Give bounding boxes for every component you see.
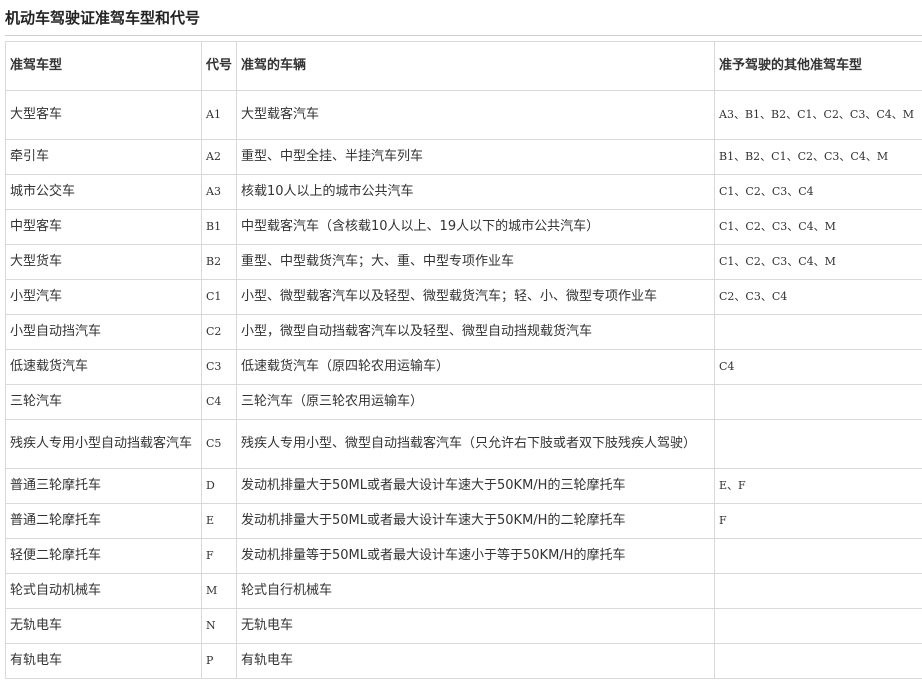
cell-code: C2 [201,314,237,350]
cell-vehicles: 发动机排量大于50ML或者最大设计车速大于50KM/H的三轮摩托车 [236,468,715,504]
cell-code: C4 [201,384,237,420]
cell-other-types: C1、C2、C3、C4、M [714,244,922,280]
cell-other-types: C1、C2、C3、C4 [714,174,922,210]
cell-vehicles: 重型、中型全挂、半挂汽车列车 [236,139,715,175]
cell-vehicle-type: 低速载货汽车 [5,349,202,385]
cell-code: A1 [201,90,237,140]
cell-other-types: F [714,503,922,539]
table-row: 三轮汽车 C4 三轮汽车（原三轮农用运输车） [5,384,922,420]
cell-vehicle-type: 普通二轮摩托车 [5,503,202,539]
cell-code: F [201,538,237,574]
cell-vehicles: 轮式自行机械车 [236,573,715,609]
cell-vehicles: 无轨电车 [236,608,715,644]
cell-code: C3 [201,349,237,385]
cell-vehicle-type: 轮式自动机械车 [5,573,202,609]
table-row: 普通三轮摩托车 D 发动机排量大于50ML或者最大设计车速大于50KM/H的三轮… [5,468,922,504]
cell-vehicles: 大型载客汽车 [236,90,715,140]
cell-vehicle-type: 无轨电车 [5,608,202,644]
table-header-row: 准驾车型 代号 准驾的车辆 准予驾驶的其他准驾车型 [5,41,922,91]
cell-vehicle-type: 中型客车 [5,209,202,245]
cell-code: M [201,573,237,609]
table-row: 低速载货汽车 C3 低速载货汽车（原四轮农用运输车） C4 [5,349,922,385]
table-row: 无轨电车 N 无轨电车 [5,608,922,644]
table-row: 中型客车 B1 中型载客汽车（含核载10人以上、19人以下的城市公共汽车） C1… [5,209,922,245]
cell-other-types: C4 [714,349,922,385]
cell-vehicles: 小型、微型载客汽车以及轻型、微型载货汽车；轻、小、微型专项作业车 [236,279,715,315]
table-row: 轮式自动机械车 M 轮式自行机械车 [5,573,922,609]
cell-vehicle-type: 小型汽车 [5,279,202,315]
cell-vehicle-type: 大型客车 [5,90,202,140]
cell-vehicles: 低速载货汽车（原四轮农用运输车） [236,349,715,385]
table-row: 有轨电车 P 有轨电车 [5,643,922,679]
cell-code: C5 [201,419,237,469]
cell-code: B2 [201,244,237,280]
cell-vehicle-type: 大型货车 [5,244,202,280]
cell-vehicles: 三轮汽车（原三轮农用运输车） [236,384,715,420]
title-divider [5,35,922,36]
cell-other-types: A3、B1、B2、C1、C2、C3、C4、M [714,90,922,140]
cell-vehicle-type: 普通三轮摩托车 [5,468,202,504]
table-row: 城市公交车 A3 核载10人以上的城市公共汽车 C1、C2、C3、C4 [5,174,922,210]
cell-other-types [714,573,922,609]
table-row: 小型自动挡汽车 C2 小型，微型自动挡载客汽车以及轻型、微型自动挡规载货汽车 [5,314,922,350]
table-row: 牵引车 A2 重型、中型全挂、半挂汽车列车 B1、B2、C1、C2、C3、C4、… [5,139,922,175]
cell-vehicle-type: 牵引车 [5,139,202,175]
cell-other-types [714,314,922,350]
cell-other-types [714,419,922,469]
cell-other-types: B1、B2、C1、C2、C3、C4、M [714,139,922,175]
cell-vehicles: 残疾人专用小型、微型自动挡载客汽车（只允许右下肢或者双下肢残疾人驾驶） [236,419,715,469]
cell-vehicles: 有轨电车 [236,643,715,679]
cell-vehicles: 重型、中型载货汽车；大、重、中型专项作业车 [236,244,715,280]
cell-other-types [714,538,922,574]
header-other-types: 准予驾驶的其他准驾车型 [714,41,922,91]
license-class-table: 准驾车型 代号 准驾的车辆 准予驾驶的其他准驾车型 大型客车 A1 大型载客汽车… [5,41,922,679]
cell-code: A3 [201,174,237,210]
cell-other-types: E、F [714,468,922,504]
cell-vehicle-type: 三轮汽车 [5,384,202,420]
cell-other-types: C1、C2、C3、C4、M [714,209,922,245]
cell-other-types [714,384,922,420]
cell-code: E [201,503,237,539]
cell-code: N [201,608,237,644]
header-vehicles: 准驾的车辆 [236,41,715,91]
table-row: 大型客车 A1 大型载客汽车 A3、B1、B2、C1、C2、C3、C4、M [5,90,922,140]
table-row: 普通二轮摩托车 E 发动机排量大于50ML或者最大设计车速大于50KM/H的二轮… [5,503,922,539]
page-title: 机动车驾驶证准驾车型和代号 [5,9,201,27]
cell-code: C1 [201,279,237,315]
cell-other-types [714,608,922,644]
cell-code: A2 [201,139,237,175]
cell-vehicles: 发动机排量等于50ML或者最大设计车速小于等于50KM/H的摩托车 [236,538,715,574]
header-vehicle-type: 准驾车型 [5,41,202,91]
cell-vehicle-type: 残疾人专用小型自动挡载客汽车 [5,419,202,469]
cell-code: D [201,468,237,504]
cell-vehicles: 小型，微型自动挡载客汽车以及轻型、微型自动挡规载货汽车 [236,314,715,350]
cell-vehicle-type: 有轨电车 [5,643,202,679]
cell-vehicle-type: 小型自动挡汽车 [5,314,202,350]
table-row: 小型汽车 C1 小型、微型载客汽车以及轻型、微型载货汽车；轻、小、微型专项作业车… [5,279,922,315]
cell-vehicles: 核载10人以上的城市公共汽车 [236,174,715,210]
cell-vehicle-type: 轻便二轮摩托车 [5,538,202,574]
table-row: 大型货车 B2 重型、中型载货汽车；大、重、中型专项作业车 C1、C2、C3、C… [5,244,922,280]
cell-code: P [201,643,237,679]
cell-vehicles: 中型载客汽车（含核载10人以上、19人以下的城市公共汽车） [236,209,715,245]
cell-other-types: C2、C3、C4 [714,279,922,315]
cell-other-types [714,643,922,679]
cell-code: B1 [201,209,237,245]
table-row: 残疾人专用小型自动挡载客汽车 C5 残疾人专用小型、微型自动挡载客汽车（只允许右… [5,419,922,469]
cell-vehicles: 发动机排量大于50ML或者最大设计车速大于50KM/H的二轮摩托车 [236,503,715,539]
cell-vehicle-type: 城市公交车 [5,174,202,210]
table-row: 轻便二轮摩托车 F 发动机排量等于50ML或者最大设计车速小于等于50KM/H的… [5,538,922,574]
header-code: 代号 [201,41,237,91]
